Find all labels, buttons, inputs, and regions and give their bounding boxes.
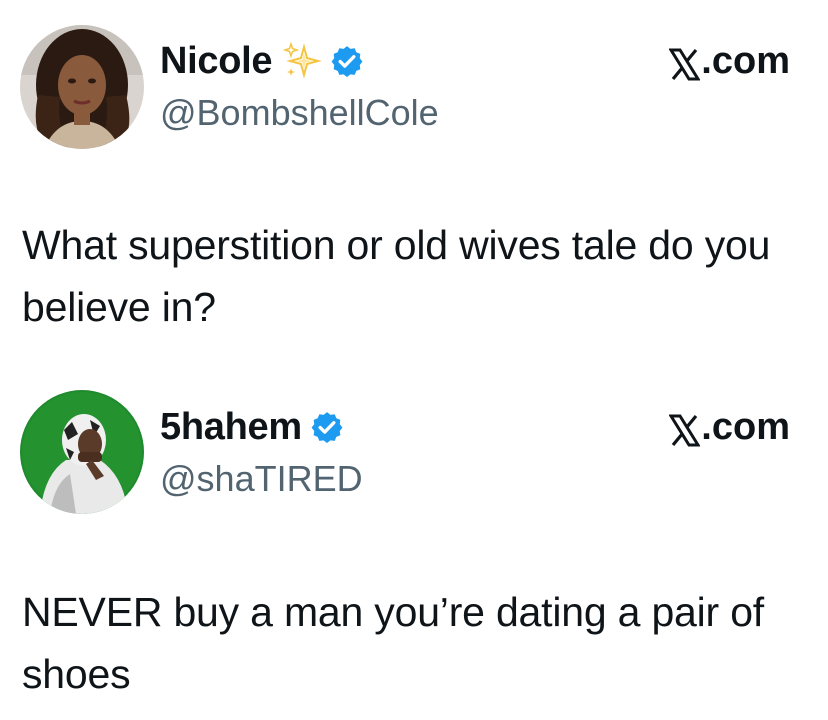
- source-domain: .com: [701, 406, 790, 448]
- avatar[interactable]: [20, 390, 144, 514]
- tweet-card: Nicole @BombshellCole .com What supersti…: [0, 0, 828, 380]
- tweet-text: NEVER buy a man you’re dating a pair of …: [22, 589, 764, 697]
- author-name-row: Nicole: [160, 37, 364, 85]
- author-handle[interactable]: @shaTIRED: [160, 457, 363, 501]
- x-logo-icon: [668, 411, 701, 446]
- x-logo-icon: [668, 45, 701, 80]
- author-name-row: 5hahem: [160, 403, 344, 451]
- source-label[interactable]: .com: [668, 37, 790, 85]
- verified-icon: [310, 410, 344, 444]
- display-name[interactable]: 5hahem: [160, 403, 302, 451]
- source-label[interactable]: .com: [668, 403, 790, 451]
- sparkles-icon: [282, 41, 323, 81]
- verified-icon: [330, 44, 364, 78]
- tweet-text: What superstition or old wives tale do y…: [22, 222, 771, 330]
- avatar[interactable]: [20, 25, 144, 149]
- tweet-card: 5hahem @shaTIRED .com NEVER buy a man yo…: [0, 380, 828, 720]
- source-domain: .com: [701, 40, 790, 82]
- author-handle[interactable]: @BombshellCole: [160, 91, 439, 135]
- display-name[interactable]: Nicole: [160, 37, 273, 85]
